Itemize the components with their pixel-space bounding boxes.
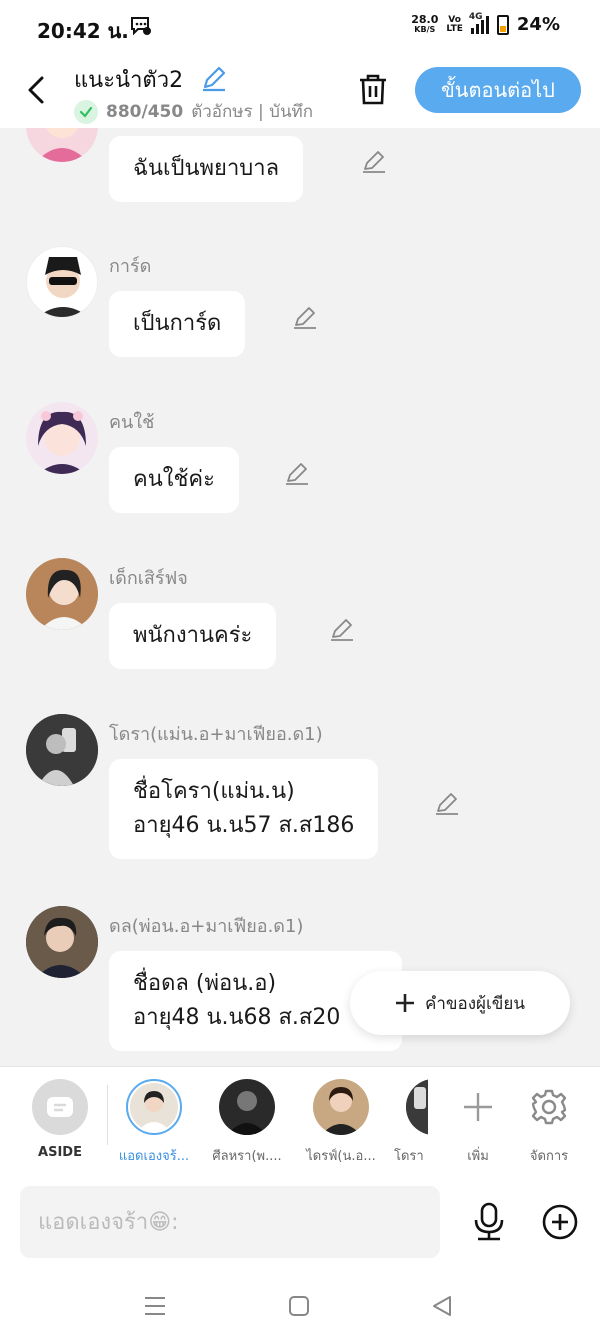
status-bar: 20:42 น. 28.0 KB/S Vo LTE 4G 24%	[0, 0, 600, 54]
edit-message-icon[interactable]	[292, 304, 318, 330]
plus-icon	[395, 994, 414, 1012]
message-bubble[interactable]: พนักงานคร่ะ	[109, 603, 277, 669]
message-bubble[interactable]: ชื่อโครา(แม่น.น) อายุ46 น.น57 ส.ส186	[109, 759, 379, 859]
input-area	[0, 1174, 600, 1270]
author-note-button[interactable]: คำของผู้เขียน	[350, 971, 570, 1035]
character-label: โดรา	[394, 1149, 424, 1164]
character-item[interactable]: โดรา	[388, 1079, 428, 1166]
status-time: 20:42 น.	[37, 19, 129, 43]
avatar	[406, 1079, 428, 1135]
character-name: การ์ด	[109, 256, 152, 277]
aside-icon	[32, 1079, 88, 1135]
network-type: 4G	[468, 11, 483, 22]
message-bubble[interactable]: คนใช้ค่ะ	[109, 447, 239, 513]
add-icon	[464, 1093, 492, 1121]
character-name: ดล(พ่อน.อ+มาเฟียอ.ด1)	[109, 916, 304, 937]
avatar[interactable]	[26, 906, 98, 978]
avatar	[313, 1079, 369, 1135]
character-label: แอดเองจร้...	[118, 1149, 190, 1164]
back-icon[interactable]	[430, 1294, 454, 1318]
system-nav-bar	[0, 1270, 600, 1343]
manage-label: จัดการ	[529, 1149, 569, 1164]
character-name: โดรา(แม่น.อ+มาเฟียอ.ด1)	[109, 724, 323, 745]
character-label: ไดรฟ์(น.อ...	[306, 1149, 376, 1164]
character-item[interactable]: ศีลหรา(พ....	[207, 1079, 287, 1166]
character-item[interactable]: ไดรฟ์(น.อ...	[301, 1079, 381, 1166]
gear-icon	[531, 1089, 567, 1125]
message-bubble[interactable]: เป็นการ์ด	[109, 291, 246, 357]
header: แนะนำตัว2 880/450 ตัวอักษร | บันทึก ขั้น…	[0, 54, 600, 128]
avatar[interactable]	[26, 246, 98, 318]
character-label: ศีลหรา(พ....	[212, 1149, 282, 1164]
char-count: 880/450	[106, 101, 184, 122]
check-icon	[74, 99, 98, 124]
battery-icon	[496, 14, 509, 35]
avatar[interactable]	[26, 402, 98, 474]
message-bubble[interactable]: ฉันเป็นพยาบาล	[109, 136, 304, 202]
avatar	[219, 1079, 275, 1135]
save-status: 880/450 ตัวอักษร | บันทึก	[74, 98, 313, 125]
message-input[interactable]	[20, 1186, 440, 1258]
avatar[interactable]	[26, 714, 98, 786]
character-label: ASIDE	[38, 1145, 82, 1160]
network-speed: 28.0 KB/S	[411, 12, 439, 34]
chat-notification-icon	[131, 17, 151, 36]
volte-indicator: Vo LTE	[446, 14, 463, 34]
microphone-icon[interactable]	[470, 1202, 508, 1242]
avatar[interactable]	[26, 128, 98, 162]
divider	[107, 1085, 108, 1145]
menu-icon[interactable]	[143, 1294, 167, 1318]
author-note-label: คำของผู้เขียน	[424, 993, 526, 1014]
back-arrow-icon[interactable]	[22, 72, 52, 108]
avatar[interactable]	[26, 558, 98, 630]
save-label: ตัวอักษร | บันทึก	[191, 102, 314, 122]
next-step-button[interactable]: ขั้นตอนต่อไป	[415, 67, 581, 113]
trash-icon[interactable]	[357, 72, 389, 106]
edit-message-icon[interactable]	[361, 148, 387, 174]
manage-button[interactable]: จัดการ	[509, 1079, 589, 1166]
add-circle-icon[interactable]	[542, 1204, 578, 1240]
character-name: คนใช้	[109, 412, 155, 433]
avatar	[126, 1079, 182, 1135]
chat-area[interactable]: ฉันเป็นพยาบาล การ์ด เป็นการ์ด คนใช้ คนใช…	[0, 128, 600, 1066]
edit-title-icon[interactable]	[200, 64, 228, 92]
home-icon[interactable]	[287, 1294, 311, 1318]
edit-message-icon[interactable]	[284, 460, 310, 486]
edit-message-icon[interactable]	[329, 616, 355, 642]
battery-percent: 24%	[516, 14, 560, 35]
character-bar: ASIDE แอดเองจร้... ศีลหรา(พ.... ไดรฟ์(น.…	[0, 1066, 600, 1174]
edit-message-icon[interactable]	[434, 790, 460, 816]
character-name: เด็กเสิร์ฟจ	[109, 568, 188, 589]
add-label: เพิ่ม	[467, 1149, 489, 1164]
character-aside[interactable]: ASIDE	[20, 1079, 100, 1160]
character-selected[interactable]: แอดเองจร้...	[114, 1079, 194, 1166]
add-character-button[interactable]: เพิ่ม	[438, 1079, 518, 1166]
page-title: แนะนำตัว2	[74, 68, 184, 93]
